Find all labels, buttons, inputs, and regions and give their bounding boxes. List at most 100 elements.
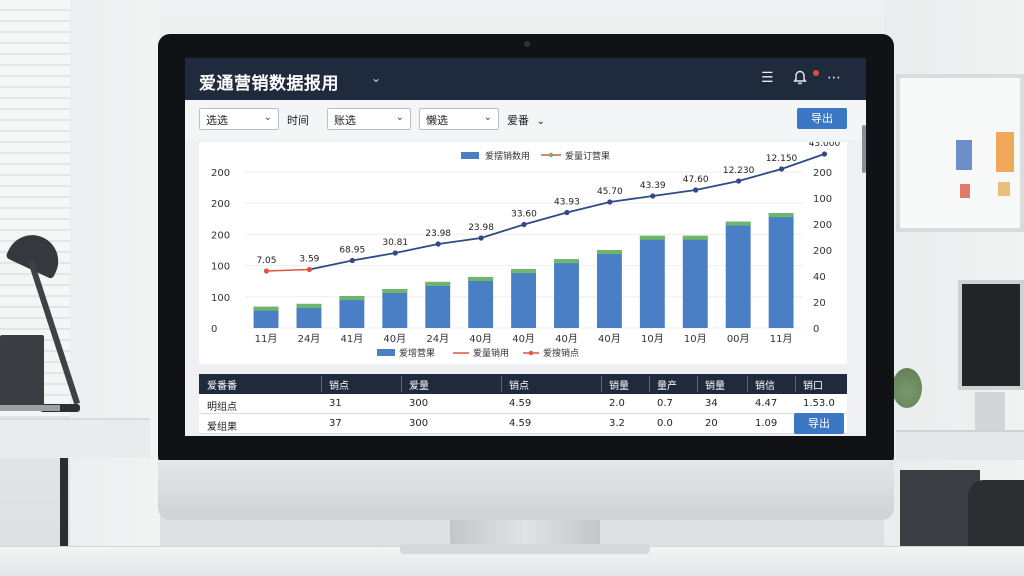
table-header-cell[interactable]: 爱量 <box>409 377 429 392</box>
bar-cap <box>682 235 708 240</box>
title-dropdown-icon[interactable]: ⌄ <box>371 71 381 85</box>
bell-icon[interactable] <box>793 70 807 89</box>
frame-yellow-block <box>998 182 1010 196</box>
left-axis-tick: 200 <box>211 230 230 241</box>
table-header-cell[interactable]: 销量 <box>705 377 725 392</box>
bar-cap <box>296 303 322 308</box>
bar <box>725 221 751 328</box>
line-point <box>564 209 570 216</box>
list-icon[interactable]: ☰ <box>761 70 774 86</box>
table-cell: 34 <box>705 398 718 409</box>
more-icon[interactable]: ⋯ <box>827 70 841 86</box>
table-cell: 300 <box>409 398 429 409</box>
app-title: 爱通营销数据报用 <box>199 74 339 94</box>
filter-select-2-value: 账选 <box>334 114 356 127</box>
x-axis-tick: 11月 <box>770 333 793 345</box>
filter-select-3[interactable]: 懒选 ⌄ <box>419 108 499 130</box>
bar <box>382 289 408 328</box>
data-label: 33.60 <box>511 210 537 220</box>
x-axis-tick: 00月 <box>727 333 750 345</box>
table-export-button[interactable]: 导出 <box>794 413 844 434</box>
filter-label-2: 时间 <box>287 114 309 127</box>
table-header-cell[interactable]: 销口 <box>803 377 823 392</box>
table-cell: 0.0 <box>657 418 673 429</box>
filter-select-1[interactable]: 选选 ⌄ <box>199 108 279 130</box>
frame-red-block <box>960 184 970 198</box>
legend-label: 爱搜销点 <box>543 347 579 359</box>
legend-label: 爱增营果 <box>399 347 435 359</box>
table-header-cell[interactable]: 量产 <box>657 377 677 392</box>
bar-cap <box>382 289 408 293</box>
filter-select-2[interactable]: 账选 ⌄ <box>327 108 411 130</box>
legend-marker <box>528 350 534 356</box>
data-label: 43.000 <box>809 142 841 149</box>
data-label: 30.81 <box>382 238 408 248</box>
x-axis-tick: 10月 <box>641 333 664 345</box>
line-point <box>392 250 398 256</box>
chart-card: 0 100 100 200 200 200 0 20 40 200 200 100 200 11月 24月 4… <box>199 142 847 364</box>
data-label: 43.39 <box>640 181 666 191</box>
line-point <box>435 241 441 247</box>
combo-chart: 0 100 100 200 200 200 0 20 40 200 200 100 200 11月 24月 4… <box>211 142 841 359</box>
column-divider <box>501 376 502 392</box>
legend-swatch-bar <box>377 349 395 356</box>
column-divider <box>321 376 322 392</box>
column-divider <box>747 376 748 392</box>
left-desk <box>0 418 150 458</box>
left-axis-tick: 100 <box>211 262 230 273</box>
data-table: 爱番番 销点 爱量 销点 销量 量产 销量 销信 销口 明组点 31 300 4.59 2.0 0.7 34… <box>185 374 866 436</box>
right-axis-tick: 100 <box>813 194 832 205</box>
left-laptop <box>0 335 44 407</box>
right-axis-tick: 200 <box>813 168 832 179</box>
shelf <box>896 430 1024 460</box>
table-row[interactable]: 明组点 31 300 4.59 2.0 0.7 34 4.47 1.53.0 <box>199 394 847 414</box>
table-header-cell[interactable]: 爱番番 <box>207 377 237 392</box>
x-axis-tick: 40月 <box>469 333 492 345</box>
table-header-cell[interactable]: 销点 <box>329 377 349 392</box>
bar <box>425 281 451 328</box>
left-wall <box>70 0 160 576</box>
column-divider <box>795 376 796 392</box>
x-axis-tick: 10月 <box>684 333 707 345</box>
table-cell: 31 <box>329 398 342 409</box>
bar <box>768 213 794 328</box>
table-header-cell[interactable]: 销量 <box>609 377 629 392</box>
filter-select-4[interactable]: 爱番 ⌄ <box>507 112 545 128</box>
chevron-down-icon: ⌄ <box>263 112 272 123</box>
data-label: 45.70 <box>597 187 623 197</box>
x-axis-tick: 40月 <box>555 333 578 345</box>
table-cell: 20 <box>705 418 718 429</box>
table-cell: 1.09 <box>755 418 778 429</box>
table-cell: 2.0 <box>609 398 625 409</box>
bar-cap <box>339 296 365 301</box>
data-label: 7.05 <box>256 256 276 266</box>
table-cell: 爱组果 <box>207 422 237 433</box>
table-header-cell[interactable]: 销点 <box>509 377 529 392</box>
export-button[interactable]: 导出 <box>797 108 847 129</box>
data-label: 12.150 <box>766 154 798 164</box>
line-point <box>306 266 312 273</box>
table-cell: 明组点 <box>207 402 237 413</box>
bar-cap <box>596 250 622 254</box>
table-header-cell[interactable]: 销信 <box>755 377 775 392</box>
table-cell: 0.7 <box>657 398 673 409</box>
screen: 爱通营销数据报用 ⌄ ☰ ⋯ 选选 ⌄ 时间 账选 ⌄ 懒选 ⌄ 爱番 ⌄ 导出… <box>185 58 866 436</box>
line-point <box>650 193 656 199</box>
chevron-down-icon: ⌄ <box>483 112 492 123</box>
monitor-chin <box>158 460 894 520</box>
bar <box>682 235 708 328</box>
right-axis-tick: 200 <box>813 220 832 231</box>
data-label: 23.98 <box>425 229 451 239</box>
bar-cap <box>768 213 794 218</box>
filter-label-4: 爱番 <box>507 114 529 127</box>
legend-marker <box>548 152 554 158</box>
left-axis-tick: 100 <box>211 293 230 304</box>
legend-swatch-bar <box>461 152 479 159</box>
bar <box>639 235 665 328</box>
app-header: 爱通营销数据报用 ⌄ ☰ ⋯ <box>185 58 866 100</box>
bar <box>339 296 365 328</box>
table-row[interactable]: 爱组果 37 300 4.59 3.2 0.0 20 1.09 <box>199 414 847 434</box>
bar <box>596 250 622 328</box>
table-cell: 1.53.0 <box>803 398 835 409</box>
screen-scrollbar[interactable] <box>862 125 866 173</box>
